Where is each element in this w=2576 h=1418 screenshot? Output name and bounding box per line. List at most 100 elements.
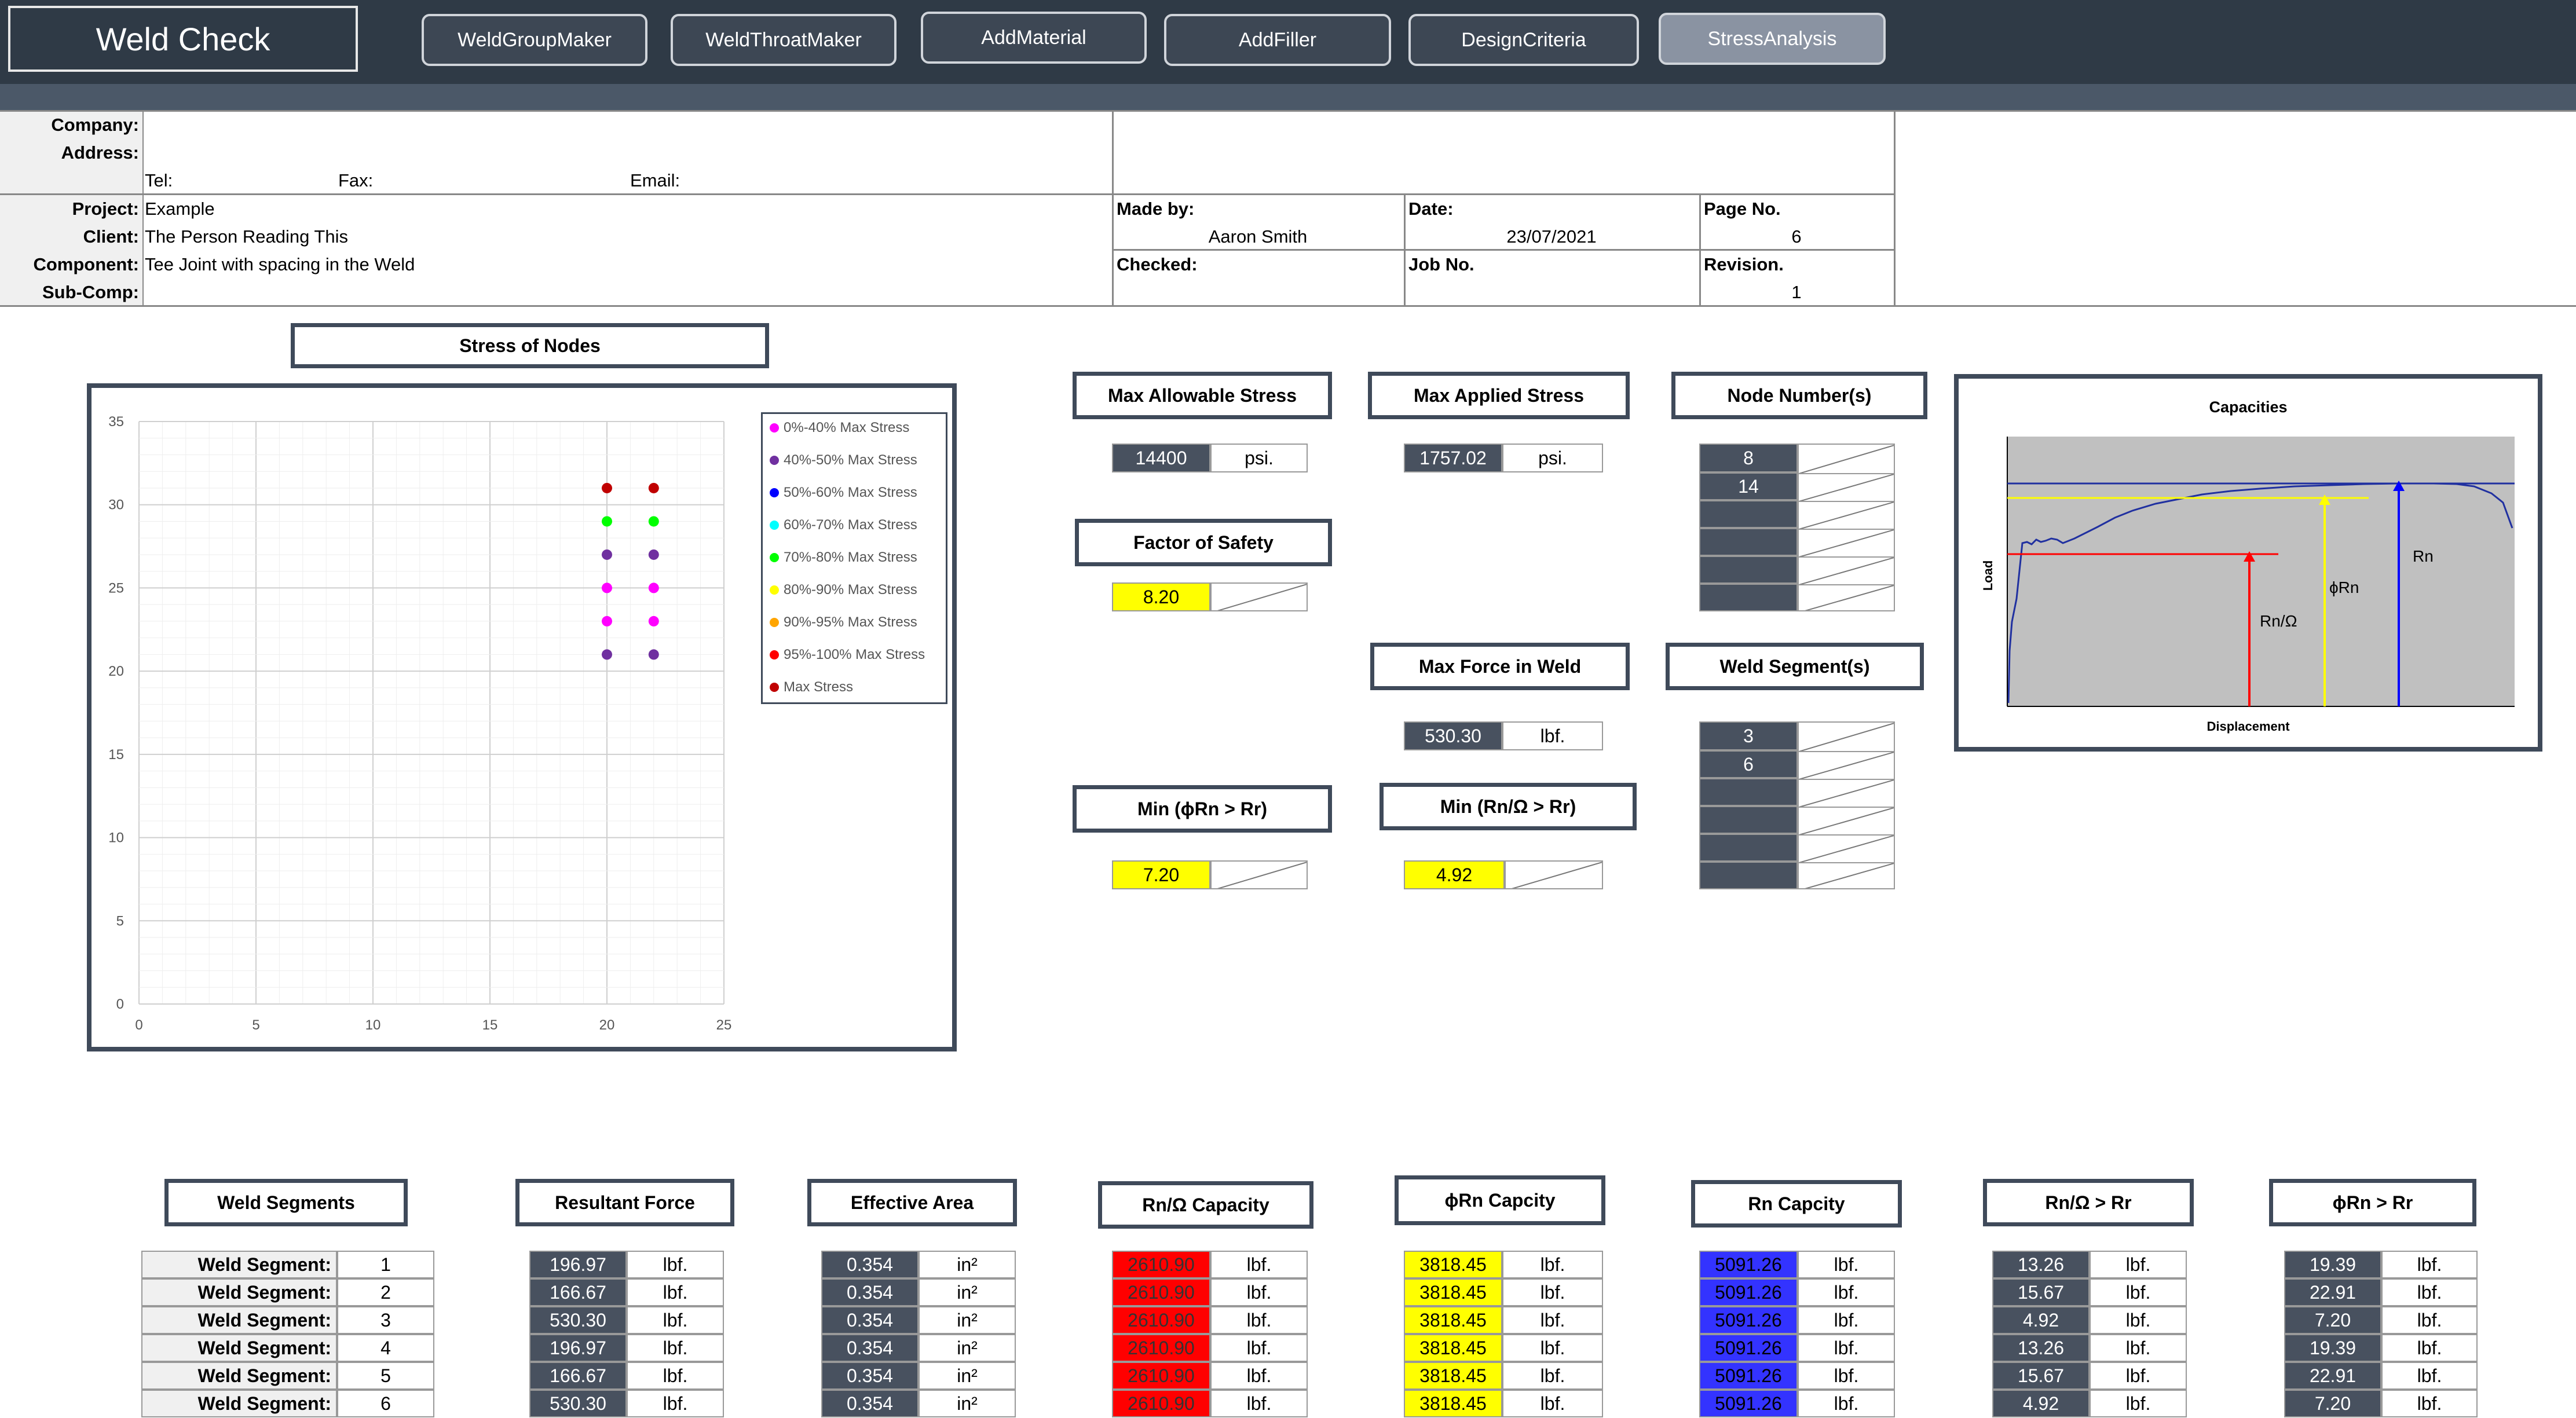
- max-applied-value[interactable]: 1757.02: [1404, 444, 1502, 472]
- resultant-force-value[interactable]: 166.67: [529, 1362, 627, 1390]
- segment-number[interactable]: 3: [337, 1306, 434, 1334]
- weld-segment-number[interactable]: 3: [1699, 721, 1798, 750]
- legend-marker: [770, 585, 779, 595]
- weld-segment-number[interactable]: [1699, 778, 1798, 806]
- x-tick-label: 15: [482, 1017, 498, 1033]
- resultant-force-value[interactable]: 166.67: [529, 1278, 627, 1306]
- resultant-force-value[interactable]: 196.97: [529, 1334, 627, 1362]
- made-by-value[interactable]: Aaron Smith: [1112, 226, 1404, 247]
- check-phi-value[interactable]: 19.39: [2284, 1334, 2381, 1362]
- design-criteria-button[interactable]: DesignCriteria: [1408, 14, 1639, 66]
- project-value[interactable]: Example: [145, 199, 215, 219]
- check-omega-value[interactable]: 4.92: [1992, 1390, 2090, 1417]
- data-point: [602, 615, 612, 626]
- client-value[interactable]: The Person Reading This: [145, 226, 348, 247]
- effective-area-header: Effective Area: [807, 1179, 1017, 1226]
- check-omega-value[interactable]: 15.67: [1992, 1278, 2090, 1306]
- check-omega-value[interactable]: 13.26: [1992, 1251, 2090, 1278]
- node-number[interactable]: [1699, 500, 1798, 528]
- weld-throat-maker-button[interactable]: WeldThroatMaker: [671, 14, 897, 66]
- rnomega-capacity-value[interactable]: 2610.90: [1112, 1362, 1210, 1390]
- node-number[interactable]: [1699, 556, 1798, 584]
- node-number-diag: [1798, 444, 1895, 611]
- check-phi-value[interactable]: 7.20: [2284, 1390, 2381, 1417]
- unit: lbf.: [1798, 1251, 1895, 1278]
- weld-segment-number[interactable]: 6: [1699, 750, 1798, 778]
- phirn-capacity-value[interactable]: 3818.45: [1404, 1334, 1502, 1362]
- weld-segment-number[interactable]: [1699, 806, 1798, 834]
- weld-segment-number[interactable]: [1699, 862, 1798, 889]
- resultant-force-value[interactable]: 530.30: [529, 1306, 627, 1334]
- segment-number[interactable]: 6: [337, 1390, 434, 1417]
- date-value[interactable]: 23/07/2021: [1404, 226, 1699, 247]
- check-omega-value[interactable]: 13.26: [1992, 1334, 2090, 1362]
- phirn-capacity-value[interactable]: 3818.45: [1404, 1306, 1502, 1334]
- effective-area-value[interactable]: 0.354: [821, 1390, 919, 1417]
- node-number[interactable]: 14: [1699, 472, 1798, 500]
- company-label: Company:: [51, 115, 139, 135]
- phirn-capacity-value[interactable]: 3818.45: [1404, 1362, 1502, 1390]
- weld-group-maker-button[interactable]: WeldGroupMaker: [422, 14, 647, 66]
- page-label: Page No.: [1704, 199, 1781, 219]
- stress-analysis-button[interactable]: StressAnalysis: [1659, 13, 1886, 65]
- node-number[interactable]: [1699, 528, 1798, 556]
- unit: lbf.: [1210, 1306, 1308, 1334]
- row-label: Weld Segment:: [141, 1362, 337, 1390]
- check-omega-value[interactable]: 15.67: [1992, 1362, 2090, 1390]
- effective-area-value[interactable]: 0.354: [821, 1334, 919, 1362]
- max-force-value[interactable]: 530.30: [1404, 721, 1502, 750]
- check-phi-value[interactable]: 22.91: [2284, 1362, 2381, 1390]
- effective-area-value[interactable]: 0.354: [821, 1306, 919, 1334]
- rnomega-capacity-value[interactable]: 2610.90: [1112, 1251, 1210, 1278]
- effective-area-value[interactable]: 0.354: [821, 1362, 919, 1390]
- add-material-button[interactable]: AddMaterial: [921, 12, 1147, 64]
- phirn-capacity-value[interactable]: 3818.45: [1404, 1390, 1502, 1417]
- segment-number[interactable]: 2: [337, 1278, 434, 1306]
- legend-marker: [770, 650, 779, 659]
- weld-segment-number[interactable]: [1699, 834, 1798, 862]
- node-number[interactable]: 8: [1699, 444, 1798, 472]
- node-number[interactable]: [1699, 584, 1798, 611]
- phirn-capacity-value[interactable]: 3818.45: [1404, 1251, 1502, 1278]
- add-filler-button[interactable]: AddFiller: [1164, 14, 1391, 66]
- effective-area-value[interactable]: 0.354: [821, 1278, 919, 1306]
- legend-marker: [770, 618, 779, 627]
- legend-label: 80%-90% Max Stress: [784, 582, 917, 598]
- phirn-capacity-value[interactable]: 3818.45: [1404, 1278, 1502, 1306]
- x-tick-label: 25: [716, 1017, 732, 1033]
- check-phi-value[interactable]: 22.91: [2284, 1278, 2381, 1306]
- rnomega-capacity-value[interactable]: 2610.90: [1112, 1306, 1210, 1334]
- resultant-force-header: Resultant Force: [515, 1179, 734, 1226]
- factor-safety-value[interactable]: 8.20: [1112, 582, 1210, 611]
- divider: [1112, 249, 1895, 251]
- max-allowable-title: Max Allowable Stress: [1073, 372, 1332, 419]
- segment-number[interactable]: 1: [337, 1251, 434, 1278]
- rn-capacity-value[interactable]: 5091.26: [1699, 1278, 1798, 1306]
- data-point: [602, 549, 612, 560]
- check-omega-value[interactable]: 4.92: [1992, 1306, 2090, 1334]
- page-value[interactable]: 6: [1699, 226, 1894, 247]
- rnomega-capacity-value[interactable]: 2610.90: [1112, 1390, 1210, 1417]
- min-omega-value[interactable]: 4.92: [1404, 860, 1505, 889]
- rn-capacity-value[interactable]: 5091.26: [1699, 1306, 1798, 1334]
- resultant-force-value[interactable]: 530.30: [529, 1390, 627, 1417]
- effective-area-value[interactable]: 0.354: [821, 1251, 919, 1278]
- rnomega-capacity-value[interactable]: 2610.90: [1112, 1278, 1210, 1306]
- segment-number[interactable]: 5: [337, 1362, 434, 1390]
- min-phi-value[interactable]: 7.20: [1112, 860, 1210, 889]
- legend-marker: [770, 683, 779, 692]
- rn-capacity-value[interactable]: 5091.26: [1699, 1362, 1798, 1390]
- max-allowable-value[interactable]: 14400: [1112, 444, 1210, 472]
- check-phi-value[interactable]: 19.39: [2284, 1251, 2381, 1278]
- project-label: Project:: [72, 199, 139, 219]
- revision-value[interactable]: 1: [1699, 282, 1894, 303]
- rn-capacity-value[interactable]: 5091.26: [1699, 1334, 1798, 1362]
- segment-number[interactable]: 4: [337, 1334, 434, 1362]
- resultant-force-value[interactable]: 196.97: [529, 1251, 627, 1278]
- rnomega-capacity-value[interactable]: 2610.90: [1112, 1334, 1210, 1362]
- check-phi-value[interactable]: 7.20: [2284, 1306, 2381, 1334]
- unit: lbf.: [2090, 1362, 2187, 1390]
- rn-capacity-value[interactable]: 5091.26: [1699, 1390, 1798, 1417]
- rn-capacity-value[interactable]: 5091.26: [1699, 1251, 1798, 1278]
- component-value[interactable]: Tee Joint with spacing in the Weld: [145, 254, 415, 275]
